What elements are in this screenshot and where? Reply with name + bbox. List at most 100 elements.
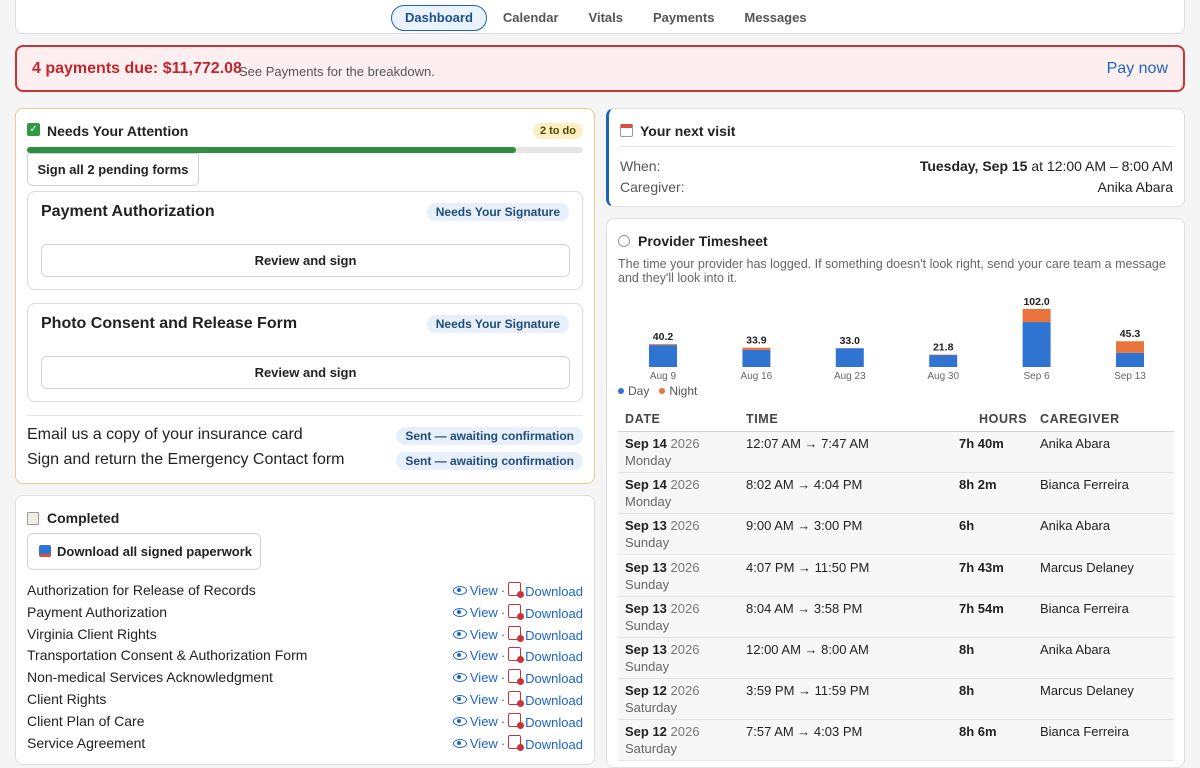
download-link[interactable]: Download — [508, 582, 583, 599]
row-weekday: Saturday — [625, 700, 677, 715]
task-emergency-contact: Sign and return the Emergency Contact fo… — [27, 451, 345, 469]
eye-icon — [453, 608, 467, 617]
col-header-hours: HOURS — [979, 412, 1027, 426]
doc-actions: View·Download — [453, 626, 583, 643]
row-time: 8:04 AM → 3:58 PM — [746, 601, 862, 616]
download-link[interactable]: Download — [508, 735, 583, 752]
bar-total-label-0: 40.2 — [653, 331, 674, 343]
download-label: Download — [525, 628, 583, 643]
doc-actions: View·Download — [453, 735, 583, 752]
view-label: View — [470, 648, 498, 663]
row-hours: 7h 54m — [959, 601, 1004, 616]
sign-all-button[interactable]: Sign all 2 pending forms — [27, 153, 199, 186]
doc-actions: View·Download — [453, 669, 583, 686]
review-and-sign-button[interactable]: Review and sign — [41, 356, 570, 389]
bar-day-1 — [742, 350, 770, 367]
form-title: Payment Authorization — [41, 203, 215, 221]
eye-icon — [453, 717, 467, 726]
clipboard-icon — [27, 512, 39, 525]
category-label-5: Sep 13 — [1114, 371, 1146, 382]
review-and-sign-button[interactable]: Review and sign — [41, 244, 570, 277]
view-link[interactable]: View — [453, 605, 498, 620]
col-header-caregiver: CAREGIVER — [1040, 412, 1120, 426]
download-link[interactable]: Download — [508, 604, 583, 621]
payments-due-text: 4 payments due: $11,772.08 — [32, 60, 242, 78]
tab-dashboard[interactable]: Dashboard — [391, 5, 487, 31]
completed-doc-row: Service AgreementView·Download — [27, 735, 583, 756]
row-date-year: 2026 — [671, 724, 700, 739]
completed-doc-row: Non-medical Services Acknowledgment View·… — [27, 669, 583, 690]
legend-day: Day — [618, 384, 649, 398]
separator: · — [501, 692, 505, 707]
eye-icon — [453, 651, 467, 660]
row-caregiver: Bianca Ferreira — [1040, 601, 1129, 616]
row-hours: 8h — [959, 642, 974, 657]
tab-calendar[interactable]: Calendar — [489, 5, 573, 31]
nav-tabs: Dashboard Calendar Vitals Payments Messa… — [391, 5, 823, 31]
category-label-1: Aug 16 — [741, 371, 773, 382]
row-date-year: 2026 — [671, 560, 700, 575]
row-weekday: Sunday — [625, 659, 669, 674]
download-link[interactable]: Download — [508, 669, 583, 686]
tab-payments[interactable]: Payments — [639, 5, 728, 31]
download-link[interactable]: Download — [508, 713, 583, 730]
row-date-year: 2026 — [671, 436, 700, 451]
view-link[interactable]: View — [453, 648, 498, 663]
download-all-button[interactable]: Download all signed paperwork — [27, 533, 261, 570]
timesheet-row: Sep 13 2026Sunday8:04 AM → 3:58 PM7h 54m… — [618, 597, 1174, 638]
row-weekday: Sunday — [625, 577, 669, 592]
next-visit-title: Your next visit — [640, 123, 735, 139]
download-label: Download — [525, 606, 583, 621]
timesheet-row: Sep 13 2026Sunday4:07 PM → 11:50 PM7h 43… — [618, 556, 1174, 597]
row-hours: 8h — [959, 683, 974, 698]
pay-now-link[interactable]: Pay now — [1107, 60, 1168, 78]
night-dot-icon — [659, 388, 665, 394]
bar-day-2 — [836, 348, 864, 367]
timesheet-row: Sep 14 2026Monday12:07 AM → 7:47 AM7h 40… — [618, 432, 1174, 473]
row-weekday: Monday — [625, 494, 671, 509]
tab-vitals[interactable]: Vitals — [575, 5, 637, 31]
row-date: Sep 13 2026 — [625, 601, 699, 616]
task-status-badge: Sent — awaiting confirmation — [396, 452, 583, 470]
view-link[interactable]: View — [453, 692, 498, 707]
view-link[interactable]: View — [453, 583, 498, 598]
download-link[interactable]: Download — [508, 691, 583, 708]
view-link[interactable]: View — [453, 627, 498, 642]
row-caregiver: Anika Abara — [1040, 436, 1110, 451]
top-nav: Dashboard Calendar Vitals Payments Messa… — [15, 0, 1185, 34]
eye-icon — [453, 695, 467, 704]
day-dot-icon — [618, 388, 624, 394]
row-hours: 8h 2m — [959, 477, 997, 492]
completed-doc-row: Transportation Consent & Authorization F… — [27, 647, 583, 668]
view-label: View — [470, 605, 498, 620]
row-date-day: Sep 13 — [625, 642, 667, 657]
row-date-year: 2026 — [671, 518, 700, 533]
timesheet-row: Sep 13 2026Sunday12:00 AM → 8:00 AM8hAni… — [618, 638, 1174, 679]
bar-total-label-2: 33.0 — [840, 335, 861, 347]
timesheet-row: Sep 12 2026Saturday7:57 AM → 4:03 PM8h 6… — [618, 720, 1174, 761]
divider — [620, 146, 1174, 147]
view-link[interactable]: View — [453, 670, 498, 685]
timesheet-description: The time your provider has logged. If so… — [618, 257, 1178, 285]
view-link[interactable]: View — [453, 714, 498, 729]
doc-name: Transportation Consent & Authorization F… — [27, 647, 307, 663]
eye-icon — [453, 630, 467, 639]
download-link[interactable]: Download — [508, 647, 583, 664]
row-date-year: 2026 — [671, 683, 700, 698]
pdf-icon — [508, 713, 521, 727]
legend-day-label: Day — [628, 384, 649, 398]
bar-night-1 — [742, 348, 770, 350]
row-time: 9:00 AM → 3:00 PM — [746, 518, 862, 533]
view-label: View — [470, 670, 498, 685]
doc-name: Non-medical Services Acknowledgment — [27, 669, 273, 685]
pdf-icon — [508, 582, 521, 596]
view-link[interactable]: View — [453, 736, 498, 751]
weekly-hours-chart: 40.2Aug 933.9Aug 1633.0Aug 2321.8Aug 301… — [607, 289, 1186, 419]
completed-doc-row: Client Plan of CareView·Download — [27, 713, 583, 734]
row-date: Sep 13 2026 — [625, 642, 699, 657]
separator: · — [501, 714, 505, 729]
tab-messages[interactable]: Messages — [730, 5, 820, 31]
doc-actions: View·Download — [453, 582, 583, 599]
download-link[interactable]: Download — [508, 626, 583, 643]
pdf-icon — [508, 669, 521, 683]
